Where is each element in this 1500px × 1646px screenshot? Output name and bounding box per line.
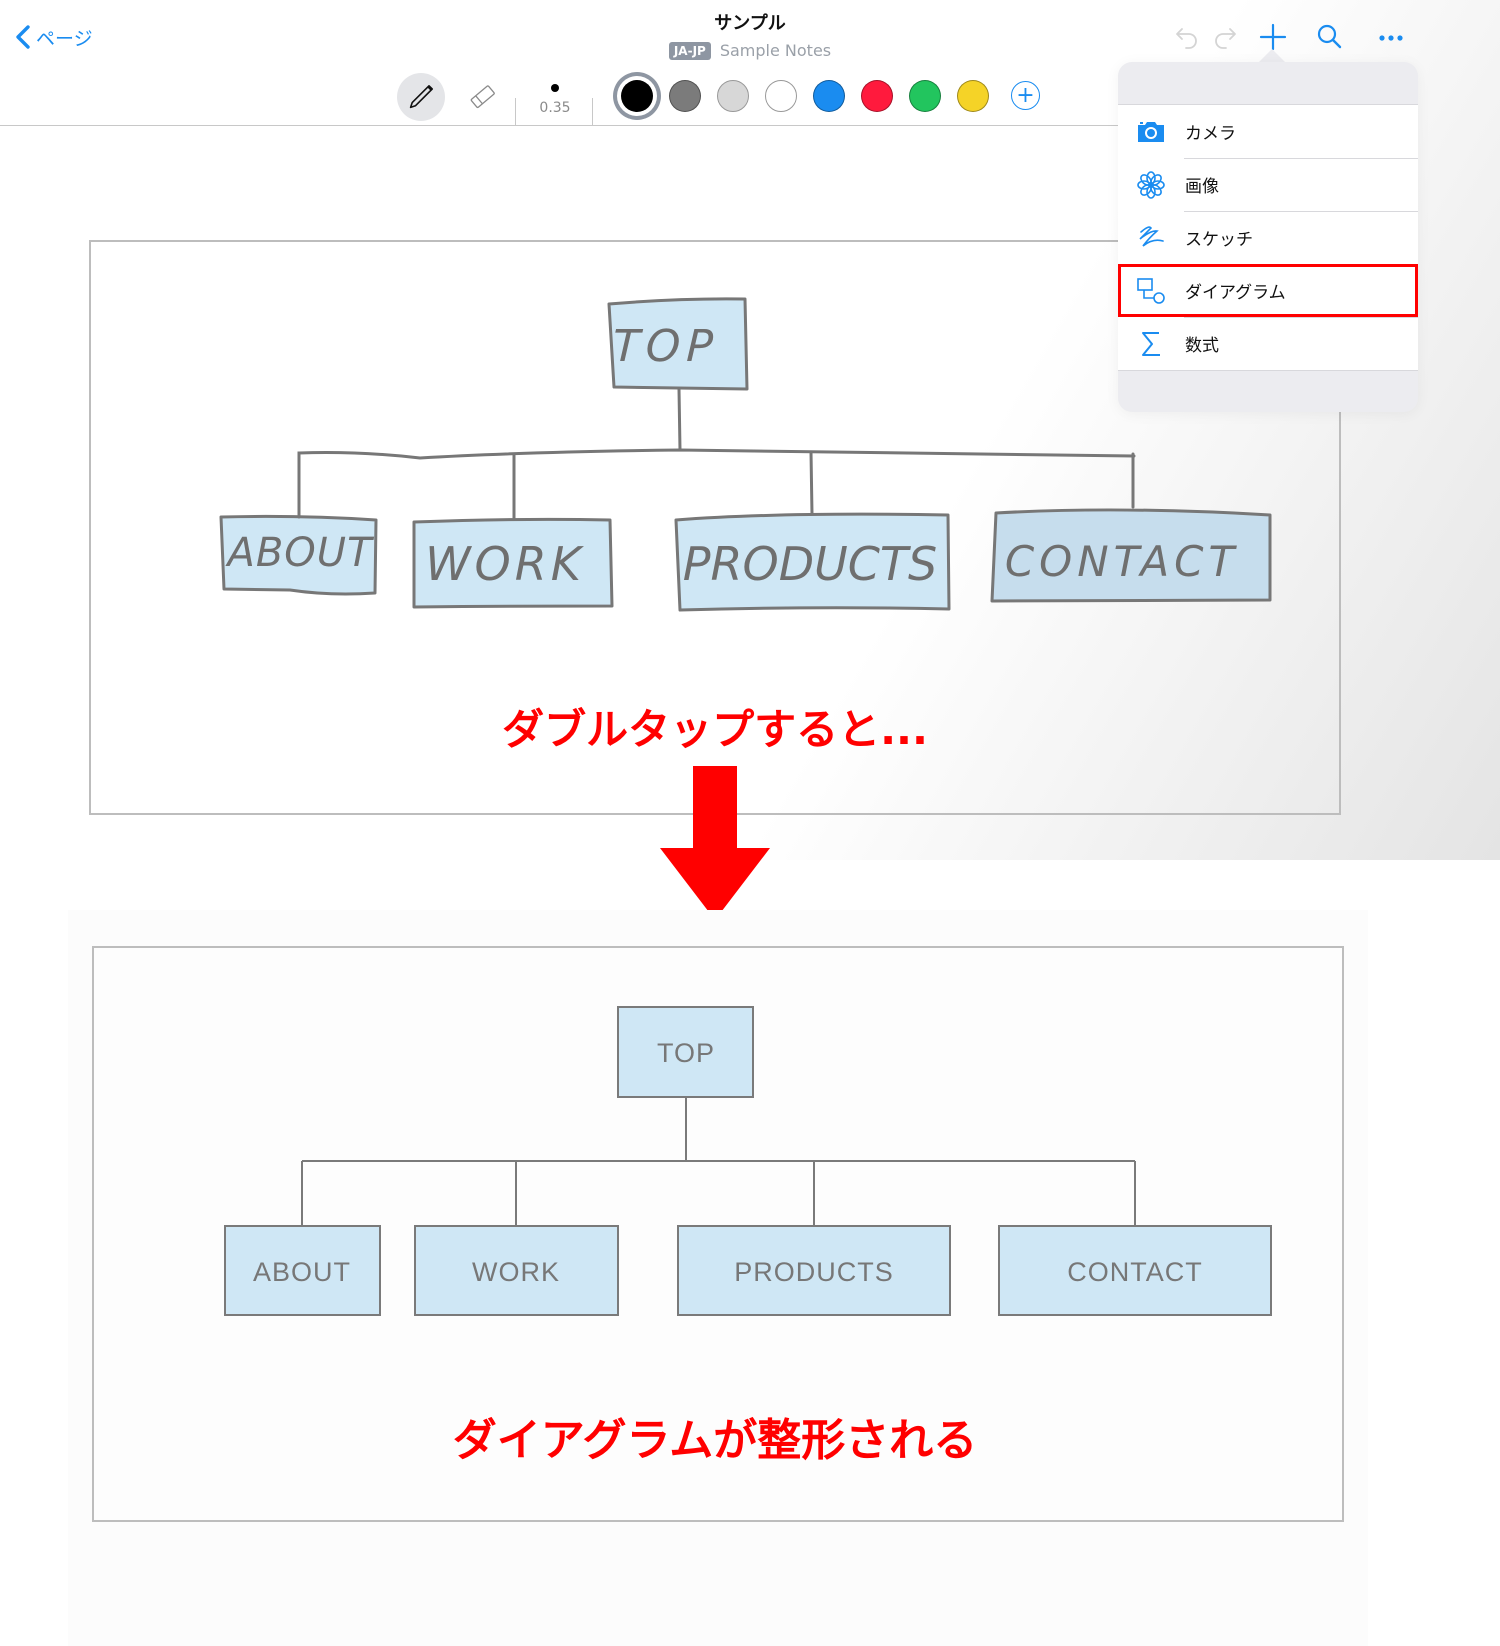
node-label-products: PRODUCTS xyxy=(734,1257,894,1287)
node-label-about: ABOUT xyxy=(253,1257,351,1287)
node-label-work: WORK xyxy=(472,1257,560,1287)
node-label-contact: CONTACT xyxy=(1067,1257,1203,1287)
node-label-top: TOP xyxy=(657,1038,715,1068)
formatted-diagram: TOP ABOUT WORK PRODUCTS CONTACT xyxy=(224,1006,1272,1316)
caption-diagram-formatted: ダイアグラムが整形される xyxy=(452,1415,978,1466)
